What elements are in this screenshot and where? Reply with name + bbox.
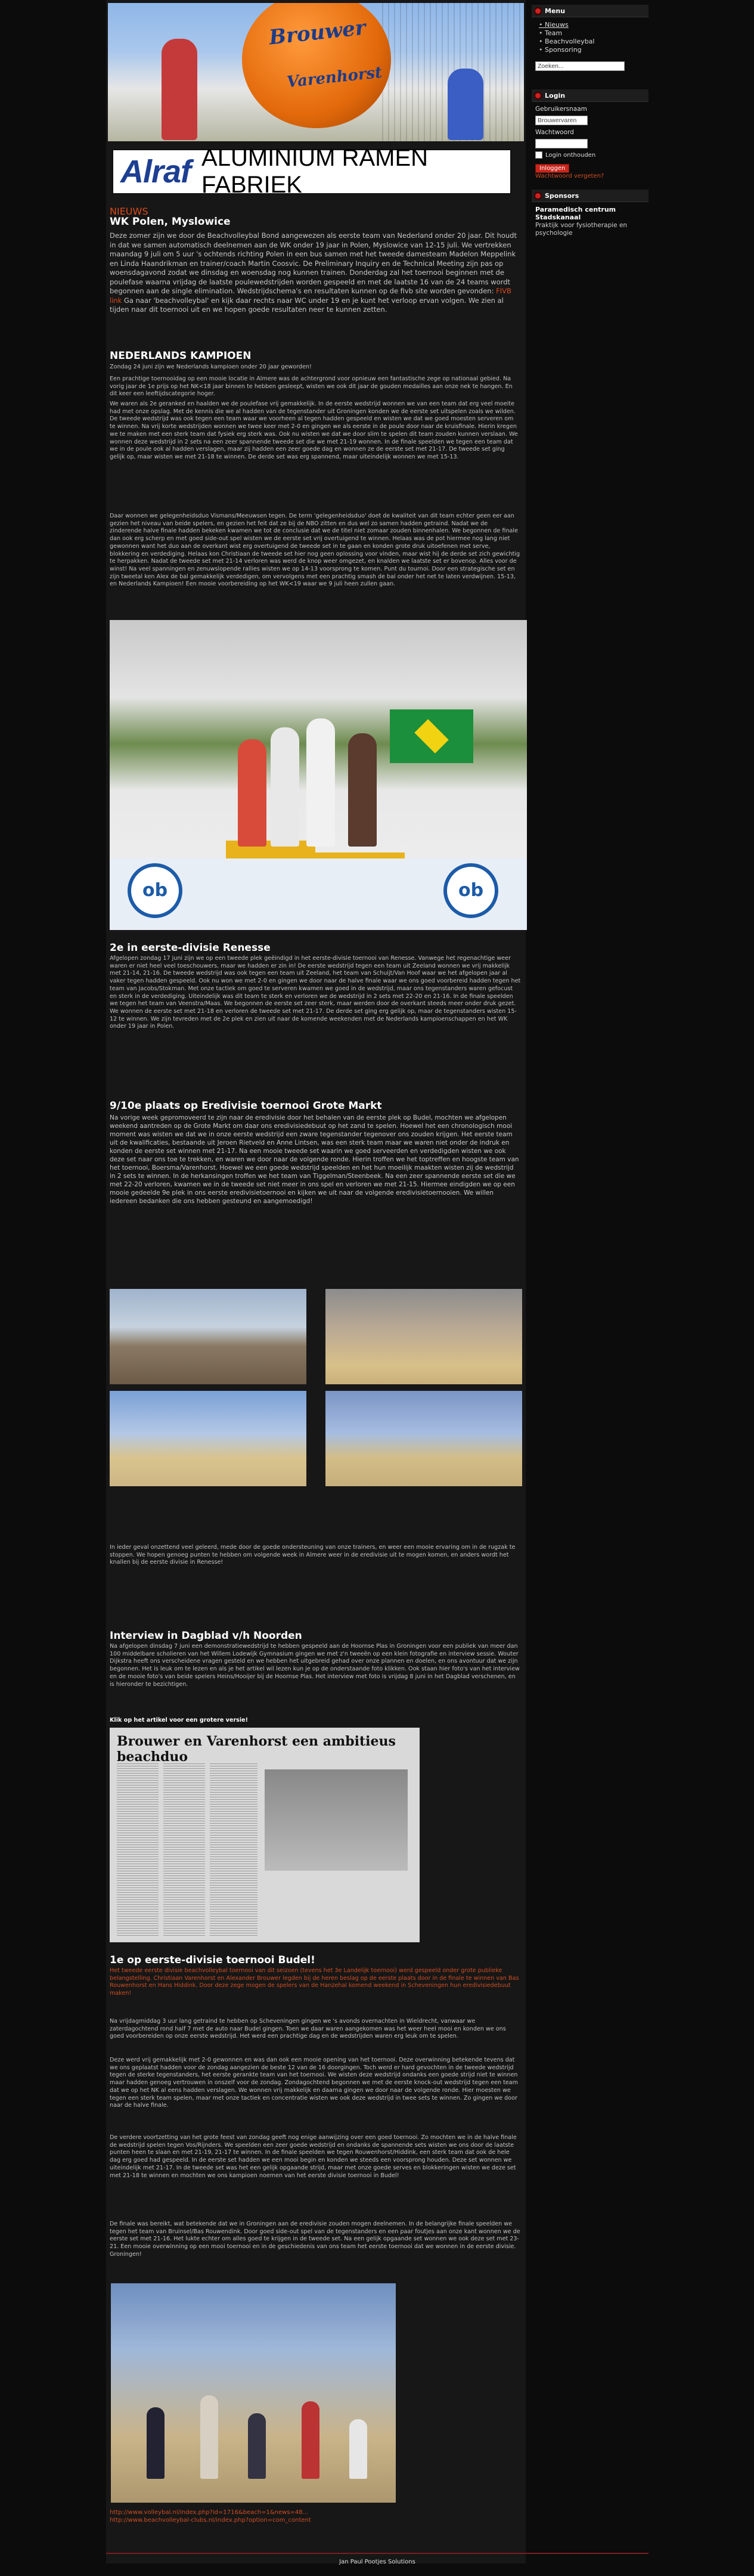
article-interview-body: Na afgelopen dinsdag 7 juni een demonstr… — [110, 1643, 520, 1688]
newspaper-headline: Brouwer en Varenhorst een ambitieus beac… — [117, 1734, 396, 1765]
ob-logo: ob — [443, 863, 498, 918]
remember-label: Login onthouden — [545, 151, 596, 159]
article-grote-markt-body-2: In ieder geval onzettend veel geleerd, m… — [110, 1544, 516, 1566]
article-title-grote-markt[interactable]: 9/10e plaats op Eredivisie toernooi Grot… — [110, 1100, 382, 1112]
username-label: Gebruikersnaam — [535, 106, 587, 113]
sponsors-block: Sponsors Paramedisch centrum Stadskanaal… — [532, 190, 648, 237]
sponsor-name[interactable]: Paramedisch centrum Stadskanaal — [535, 206, 648, 221]
sponsors-header: Sponsors — [532, 190, 648, 202]
menu-item-sponsoring[interactable]: Sponsoring — [539, 46, 648, 54]
forgot-password-link[interactable]: Wachtwoord vergeten? — [535, 173, 648, 179]
newspaper-photo — [265, 1769, 408, 1871]
article-renesse-body: Afgelopen zondag 17 juni zijn we op een … — [110, 955, 521, 1030]
menu-header: Menu — [532, 5, 648, 17]
player-figure — [271, 727, 299, 847]
player-figure — [147, 2407, 165, 2479]
login-button-wrap: Inloggen — [535, 161, 648, 173]
grid-photo[interactable] — [110, 1289, 306, 1384]
article-wk-text-2: Ga naar 'beachvolleybal' en kijk daar re… — [110, 296, 504, 314]
login-header: Login — [532, 89, 648, 102]
article-title-renesse[interactable]: 2e in eerste-divisie Renesse — [110, 942, 271, 954]
newspaper-clipping[interactable]: Brouwer en Varenhorst een ambitieus beac… — [110, 1728, 420, 1942]
grid-photo[interactable] — [110, 1391, 306, 1486]
ob-logo: ob — [128, 863, 182, 918]
search-wrap — [535, 59, 648, 71]
article-budel-p4: De finale was bereikt, wat betekende dat… — [110, 2221, 520, 2258]
menu-item-team[interactable]: Team — [539, 29, 648, 38]
sponsor-desc: Praktijk voor fysiotherapie en psycholog… — [535, 222, 628, 237]
menu-item-beachvolleybal[interactable]: Beachvolleybal — [539, 38, 648, 46]
bullet-icon — [535, 8, 541, 14]
bullet-icon — [535, 92, 541, 98]
podium-photo[interactable]: ob ob — [110, 620, 527, 930]
brazil-flag — [390, 709, 473, 763]
player-figure — [238, 739, 266, 847]
login-block: Login Gebruikersnaam Wachtwoord Login on… — [532, 89, 648, 179]
footer: Jan Paul Pootjes Solutions — [106, 2553, 648, 2572]
player-figure — [302, 2401, 319, 2479]
player-figure — [306, 718, 335, 847]
sponsor-ad[interactable]: Alraf ALUMINIUM RAMEN FABRIEK — [112, 145, 511, 198]
search-input[interactable] — [535, 61, 625, 71]
newspaper-column — [117, 1763, 159, 1936]
password-label: Wachtwoord — [535, 129, 574, 136]
newspaper-column — [163, 1763, 205, 1936]
menu-block: Menu Nieuws Team Beachvolleybal Sponsori… — [532, 5, 648, 71]
menu-title: Menu — [545, 7, 566, 15]
player-figure — [348, 733, 377, 847]
article-grote-markt-body: Na vorige week gepromoveerd te zijn naar… — [110, 1114, 519, 1205]
header-banner: Brouwer Varenhorst — [108, 3, 524, 141]
article-body-wk: Deze zomer zijn we door de Beachvolleyba… — [110, 231, 521, 315]
article-budel-p2: Deze werd vrij gemakkelijk met 2-0 gewon… — [110, 2057, 519, 2109]
grid-photo[interactable] — [325, 1289, 522, 1384]
username-wrap — [535, 113, 648, 125]
grid-photo[interactable] — [325, 1391, 522, 1486]
article-budel-p1: Na vrijdagmiddag 3 uur lang getraind te … — [110, 2018, 506, 2040]
article-title-budel[interactable]: 1e op eerste-divisie toernooi Budel! — [110, 1954, 315, 1966]
article-title-interview[interactable]: Interview in Dagblad v/h Noorden — [110, 1630, 302, 1642]
remember-checkbox[interactable] — [535, 151, 542, 159]
menu-item-nieuws[interactable]: Nieuws — [539, 21, 648, 29]
article-title-nk[interactable]: NEDERLANDS KAMPIOEN — [110, 350, 251, 362]
ad-text: ALUMINIUM RAMEN FABRIEK — [201, 145, 429, 198]
ad-brand: Alraf — [120, 154, 191, 190]
login-button[interactable]: Inloggen — [535, 164, 570, 173]
page-wrap: Brouwer Varenhorst Alraf ALUMINIUM RAMEN… — [106, 0, 648, 2576]
menu-list: Nieuws Team Beachvolleybal Sponsoring — [539, 21, 648, 54]
article-nk-p2: Een prachtige toernooidag op een mooie l… — [110, 376, 513, 398]
username-field[interactable] — [535, 116, 588, 125]
article-budel-p3: De verdere voortzetting van het grote fe… — [110, 2134, 517, 2179]
sponsors-title: Sponsors — [545, 191, 579, 200]
article-nk-p3: We waren als 2e geranked en haalden we d… — [110, 401, 518, 460]
source-link[interactable]: http://www.volleybal.nl/index.php?id=171… — [110, 2509, 311, 2516]
player-figure — [200, 2395, 218, 2479]
main-column: Brouwer Varenhorst Alraf ALUMINIUM RAMEN… — [106, 0, 527, 2563]
article-wk-text: Deze zomer zijn we door de Beachvolleyba… — [110, 231, 517, 295]
banner-player-right — [448, 69, 483, 140]
password-field[interactable] — [535, 139, 588, 148]
article-nk-p1: Zondag 24 juni zijn we Nederlands kampio… — [110, 364, 312, 370]
banner-player-left — [162, 39, 197, 140]
player-figure — [248, 2413, 266, 2479]
budel-photo[interactable] — [111, 2283, 396, 2503]
source-links: http://www.volleybal.nl/index.php?id=171… — [110, 2509, 311, 2524]
source-link[interactable]: http://www.beachvolleybal-clubs.nl/index… — [110, 2516, 311, 2524]
footer-text: Jan Paul Pootjes Solutions — [339, 2559, 415, 2565]
newspaper-column — [210, 1763, 257, 1936]
login-title: Login — [545, 91, 566, 100]
bullet-icon — [535, 193, 541, 199]
password-wrap — [535, 137, 648, 148]
remember-row: Login onthouden — [535, 151, 648, 159]
article-title-wk[interactable]: WK Polen, Myslowice — [110, 216, 231, 228]
article-budel-intro: Het tweede eerste divisie beachvolleybal… — [110, 1967, 519, 1997]
article-nk-p4: Daar wonnen we gelegenheidsduo Vismans/M… — [110, 513, 520, 588]
player-figure — [349, 2419, 367, 2479]
article-interview-caption: Klik op het artikel voor een grotere ver… — [110, 1717, 249, 1723]
